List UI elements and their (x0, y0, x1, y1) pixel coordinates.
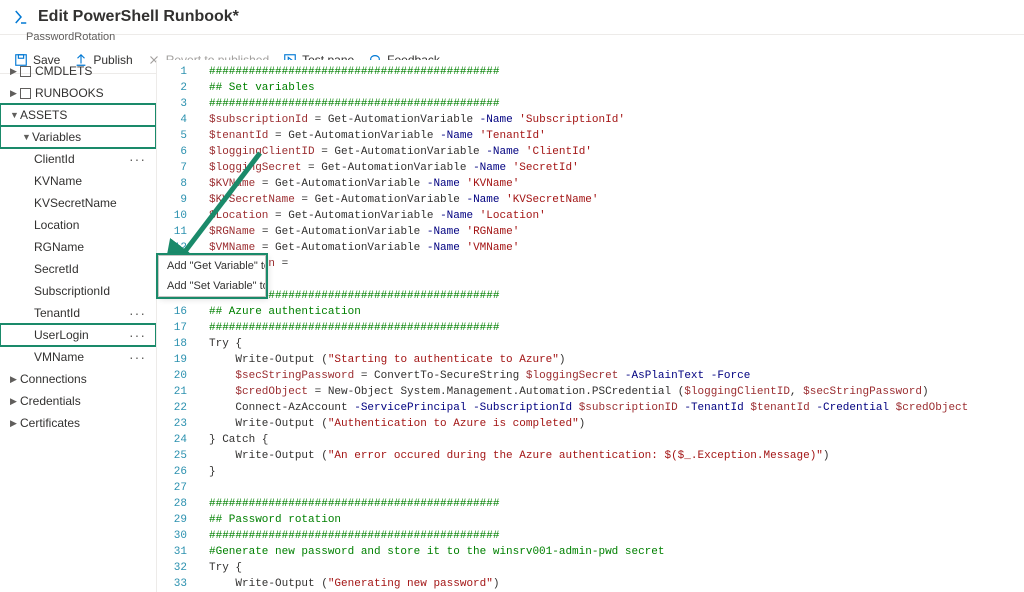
chevron-right-icon: ▶ (10, 396, 20, 407)
more-icon[interactable]: ··· (129, 327, 146, 343)
chevron-right-icon: ▶ (10, 66, 20, 77)
sidebar-item-tenantid[interactable]: TenantId··· (0, 302, 156, 324)
chevron-right-icon: ▶ (10, 418, 20, 429)
sidebar-item-credentials[interactable]: ▶Credentials (0, 390, 156, 412)
sidebar-item-vmname[interactable]: VMName··· (0, 346, 156, 368)
sidebar-item-userlogin[interactable]: UserLogin··· (0, 324, 156, 346)
sidebar-item-rgname[interactable]: RGName (0, 236, 156, 258)
page-subtitle: PasswordRotation (26, 31, 1024, 43)
context-menu-add-set[interactable]: Add "Set Variable" to canvas (159, 276, 265, 296)
code-content: ########################################… (209, 64, 1024, 592)
sidebar-item-secretid[interactable]: SecretId (0, 258, 156, 280)
context-menu-add-get[interactable]: Add "Get Variable" to canvas (159, 256, 265, 276)
code-editor[interactable]: 1234567891011121314151617181920212223242… (157, 60, 1024, 592)
page-title: Edit PowerShell Runbook* (38, 8, 239, 26)
cmdlets-icon (20, 66, 31, 77)
sidebar-item-assets[interactable]: ▼ASSETS (0, 104, 156, 126)
more-icon[interactable]: ··· (129, 151, 146, 167)
powershell-icon (12, 8, 30, 26)
chevron-right-icon: ▶ (10, 88, 20, 99)
sidebar-item-certificates[interactable]: ▶Certificates (0, 412, 156, 434)
more-icon[interactable]: ··· (129, 305, 146, 321)
chevron-right-icon: ▶ (10, 374, 20, 385)
sidebar-item-connections[interactable]: ▶Connections (0, 368, 156, 390)
sidebar-item-cmdlets[interactable]: ▶CMDLETS (0, 60, 156, 82)
runbooks-icon (20, 88, 31, 99)
sidebar-item-runbooks[interactable]: ▶RUNBOOKS (0, 82, 156, 104)
chevron-down-icon: ▼ (22, 132, 32, 142)
sidebar-item-variables[interactable]: ▼Variables (0, 126, 156, 148)
sidebar-item-clientid[interactable]: ClientId··· (0, 148, 156, 170)
line-numbers: 1234567891011121314151617181920212223242… (157, 64, 205, 592)
sidebar-item-location[interactable]: Location (0, 214, 156, 236)
chevron-down-icon: ▼ (10, 110, 20, 120)
sidebar-item-kvname[interactable]: KVName (0, 170, 156, 192)
context-menu: Add "Get Variable" to canvas Add "Set Va… (158, 255, 266, 297)
sidebar: ▶CMDLETS ▶RUNBOOKS ▼ASSETS ▼Variables Cl… (0, 60, 157, 592)
more-icon[interactable]: ··· (129, 349, 146, 365)
sidebar-item-subscriptionid[interactable]: SubscriptionId (0, 280, 156, 302)
sidebar-item-kvsecretname[interactable]: KVSecretName (0, 192, 156, 214)
